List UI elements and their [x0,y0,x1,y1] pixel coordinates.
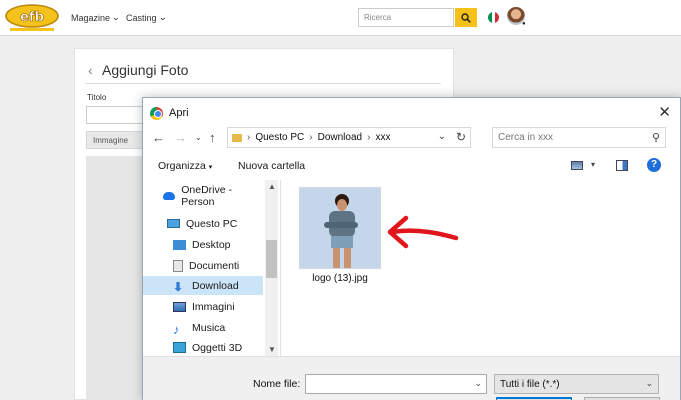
address-dropdown-chevron-icon[interactable]: ⌄ [438,131,446,142]
red-arrow-annotation [387,215,459,249]
filename-label: Nome file: [253,378,301,390]
cloud-icon [163,191,176,200]
breadcrumb-separator[interactable]: › [247,132,250,143]
tree-item-label: Questo PC [186,217,238,230]
dialog-bottom-bar: Nome file: ⌄ Tutti i file (*.*) ⌄ [143,356,680,400]
nav-magazine-label: Magazine [71,12,111,23]
change-view-icon[interactable] [571,161,583,170]
tree-item-immagini[interactable]: Immagini [169,297,263,316]
file-name[interactable]: logo (13).jpg [293,273,387,284]
file-thumbnail[interactable] [299,187,381,269]
refresh-icon[interactable]: ↻ [456,130,466,144]
breadcrumb-questo-pc[interactable]: Questo PC [255,132,304,143]
caret-down-icon: ▾ [208,164,213,171]
chevron-down-icon: ⌄ [157,12,167,22]
tree-item-onedrive[interactable]: OneDrive - Person [159,183,263,208]
dialog-title: Apri [169,107,189,119]
breadcrumb-download[interactable]: Download [318,132,362,143]
scrollbar-thumb[interactable] [266,240,277,278]
user-menu-icon[interactable]: ● [522,21,526,27]
italian-flag-icon[interactable] [488,12,499,23]
site-header: efb Magazine ⌄ Casting ⌄ Ricerca ● [0,0,681,36]
music-icon: ♪ [173,322,180,337]
search-icon [461,12,471,23]
desktop-icon [173,239,186,250]
images-icon [173,301,186,312]
tree-item-label: OneDrive - Person [181,183,232,208]
file-type-select[interactable]: Tutti i file (*.*) ⌄ [494,374,659,394]
preview-pane-icon[interactable] [616,160,628,171]
address-bar[interactable]: › Questo PC › Download › xxx ⌄ ↻ [227,127,471,148]
tree-item-label: Immagini [192,300,235,313]
tree-item-label: Download [192,279,239,292]
folder-icon [232,133,242,142]
cube-icon [173,342,186,353]
scroll-down-icon[interactable]: ▼ [268,345,276,354]
pane-divider[interactable] [280,180,281,356]
help-icon[interactable]: ? [647,158,661,172]
nav-casting[interactable]: Casting ⌄ [126,12,167,23]
chevron-down-icon[interactable]: ⌄ [474,378,482,389]
navigation-scrollbar[interactable]: ▲ ▼ [265,180,278,356]
tree-item-desktop[interactable]: Desktop [169,235,263,254]
chrome-icon [150,106,163,120]
document-icon [173,259,183,272]
chevron-down-icon: ⌄ [111,12,121,22]
tree-item-questo-pc[interactable]: Questo PC [163,214,263,233]
tree-item-oggetti-3d[interactable]: Oggetti 3D [169,338,263,357]
title-divider [86,83,441,84]
site-search-button[interactable] [455,8,477,27]
search-icon: ⚲ [651,132,660,144]
dialog-search-input[interactable]: Cerca in xxx ⚲ [492,127,666,148]
back-arrow-icon[interactable]: ← [152,130,165,145]
svg-text:efb: efb [20,10,44,25]
site-search-placeholder: Ricerca [364,13,392,22]
recent-locations-chevron-icon[interactable]: ⌄ [195,133,202,142]
tab-immagine-label: Immagine [93,136,129,145]
new-folder-button[interactable]: Nuova cartella [238,160,305,172]
photo-preview-image [300,188,380,268]
dialog-titlebar: Apri [150,105,189,121]
up-arrow-icon[interactable]: ↑ [209,130,216,145]
tree-item-download[interactable]: ⬇ Download [143,276,263,295]
image-upload-area[interactable] [86,156,146,400]
site-search-input[interactable]: Ricerca [358,8,454,27]
page-title: Aggiungi Foto [102,62,189,78]
site-logo[interactable]: efb [4,3,60,33]
tree-item-label: Documenti [189,259,240,272]
download-icon: ⬇ [173,280,184,294]
scroll-up-icon[interactable]: ▲ [268,182,276,191]
breadcrumb-xxx[interactable]: xxx [375,132,390,143]
tree-item-label: Musica [192,321,226,334]
breadcrumb-separator[interactable]: › [309,132,312,143]
filename-input[interactable]: ⌄ [305,374,487,394]
breadcrumb-separator[interactable]: › [367,132,370,143]
file-type-value: Tutti i file (*.*) [500,379,560,390]
dialog-search-placeholder: Cerca in xxx [498,132,554,143]
caret-down-icon[interactable]: ▾ [591,160,595,169]
nav-magazine[interactable]: Magazine ⌄ [71,12,120,23]
back-chevron-icon[interactable]: ‹ [88,62,93,78]
computer-icon [167,219,180,228]
titolo-label: Titolo [87,93,107,102]
organize-label: Organizza [158,160,206,172]
chevron-down-icon: ⌄ [645,378,653,388]
forward-arrow-icon[interactable]: → [174,130,187,145]
flag-stripe-red [495,12,499,23]
tree-item-label: Oggetti 3D [192,341,243,354]
navigation-pane: OneDrive - Person Questo PC Desktop Docu… [143,180,278,356]
close-icon[interactable]: ✕ [658,103,671,121]
tab-immagine[interactable]: Immagine [86,131,146,149]
organize-button[interactable]: Organizza ▾ [158,160,212,172]
dialog-navigation-bar: ← → ⌄ ↑ › Questo PC › Download › xxx ⌄ ↻… [143,126,680,150]
tree-item-documenti[interactable]: Documenti [169,256,263,275]
dialog-command-bar: Organizza ▾ Nuova cartella ▾ ? [143,153,680,179]
nav-casting-label: Casting [126,12,157,23]
tree-item-musica[interactable]: ♪ Musica [169,318,263,338]
tree-item-label: Desktop [192,238,231,251]
